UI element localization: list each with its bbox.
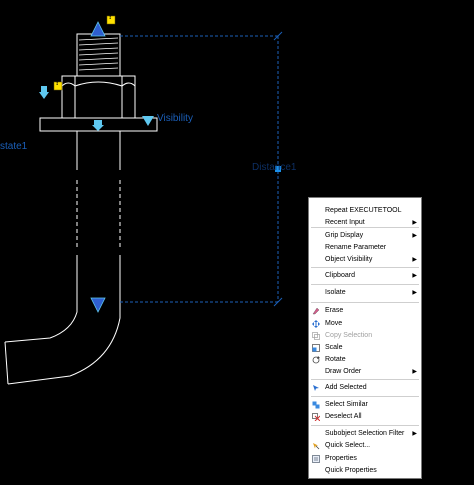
menu-item-object-visibility[interactable]: Object Visibility ▶ <box>309 255 421 265</box>
properties-icon <box>312 455 320 463</box>
menu-item-draw-order[interactable]: Draw Order ▶ <box>309 367 421 377</box>
submenu-arrow-icon: ▶ <box>412 233 417 239</box>
menu-item-label: Clipboard <box>325 272 355 279</box>
menu-item-label: Repeat EXECUTETOOL <box>325 207 402 214</box>
move-icon <box>312 320 320 328</box>
menu-item-label: Grip Display <box>325 232 364 239</box>
menu-item-move[interactable]: Move <box>309 319 421 329</box>
context-menu: Repeat EXECUTETOOL Recent Input ▶ Grip Disp… <box>308 197 422 479</box>
menu-item-isolate[interactable]: Isolate ▶ <box>309 288 421 298</box>
menu-item-quick-select[interactable]: Quick Select... <box>309 441 421 451</box>
badge-top-text: ! <box>109 14 112 21</box>
menu-item-select-similar[interactable]: Select Similar <box>309 400 421 410</box>
menu-item-label: Draw Order <box>325 368 362 375</box>
menu-item-scale[interactable]: Scale <box>309 343 421 353</box>
submenu-arrow-icon: ▶ <box>412 257 417 263</box>
quick-select-icon <box>312 442 320 450</box>
menu-item-repeat-executetool[interactable]: Repeat EXECUTETOOL <box>309 206 421 216</box>
select-similar-icon <box>312 401 320 409</box>
menu-item-label: Add Selected <box>325 384 367 391</box>
add-selected-icon <box>312 384 320 392</box>
menu-item-label: Select Similar <box>325 401 368 408</box>
menu-item-label: Rename Parameter <box>325 244 387 251</box>
eraser-icon <box>312 307 320 315</box>
menu-item-add-selected[interactable]: Add Selected <box>309 383 421 393</box>
menu-separator <box>311 267 419 268</box>
nut <box>61 75 136 119</box>
menu-item-label: Object Visibility <box>325 256 373 263</box>
menu-item-label: Copy Selection <box>325 332 373 339</box>
menu-item-deselect-all[interactable]: Deselect All <box>309 412 421 422</box>
stretch-grip-top[interactable] <box>90 21 106 37</box>
menu-item-rename-parameter[interactable]: Rename Parameter <box>309 243 421 253</box>
bolt-shaft <box>76 131 121 300</box>
menu-separator <box>311 396 419 397</box>
bolt-hook <box>4 300 121 385</box>
menu-separator <box>311 284 419 285</box>
submenu-arrow-icon: ▶ <box>412 369 417 375</box>
menu-item-label: Quick Select... <box>325 442 371 449</box>
menu-item-label: Move <box>325 320 343 327</box>
menu-item-label: Deselect All <box>325 413 362 420</box>
menu-item-label: Isolate <box>325 289 346 296</box>
menu-item-properties[interactable]: Properties <box>309 454 421 464</box>
menu-item-quick-properties[interactable]: Quick Properties <box>309 466 421 476</box>
menu-separator <box>311 227 419 228</box>
rotate-icon <box>312 356 320 364</box>
menu-item-grip-display[interactable]: Grip Display ▶ <box>309 231 421 241</box>
menu-item-erase[interactable]: Erase <box>309 306 421 316</box>
menu-separator <box>311 302 419 303</box>
menu-item-label: Rotate <box>325 356 346 363</box>
stretch-grip-bottom[interactable] <box>90 297 106 313</box>
washer-grip[interactable] <box>92 120 104 131</box>
deselect-all-icon <box>312 413 321 422</box>
menu-item-label: Scale <box>325 344 343 351</box>
menu-item-label: Quick Properties <box>325 467 377 474</box>
menu-item-label: Properties <box>325 455 357 462</box>
submenu-arrow-icon: ▶ <box>412 273 417 279</box>
submenu-arrow-icon: ▶ <box>412 431 417 437</box>
menu-item-label: Subobject Selection Filter <box>325 430 405 437</box>
visibility-grip[interactable] <box>142 116 154 126</box>
menu-item-copy-selection: Copy Selection <box>309 331 421 341</box>
badge-left-text: ! <box>56 80 59 87</box>
thread-lines <box>78 37 119 71</box>
menu-separator <box>311 425 419 426</box>
param-label-distance: Distance1 <box>252 162 297 173</box>
scale-icon <box>312 344 320 352</box>
param-label-visibility: Visibility <box>157 113 193 124</box>
copy-icon <box>312 332 320 340</box>
lookup-grip-left[interactable] <box>39 86 49 99</box>
param-label-state: state1 <box>0 141 28 152</box>
menu-item-label: Erase <box>325 307 344 314</box>
menu-separator <box>311 379 419 380</box>
menu-item-subobject-selection-filter[interactable]: Subobject Selection Filter ▶ <box>309 429 421 439</box>
menu-item-clipboard[interactable]: Clipboard ▶ <box>309 271 421 281</box>
menu-item-rotate[interactable]: Rotate <box>309 355 421 365</box>
submenu-arrow-icon: ▶ <box>412 290 417 296</box>
